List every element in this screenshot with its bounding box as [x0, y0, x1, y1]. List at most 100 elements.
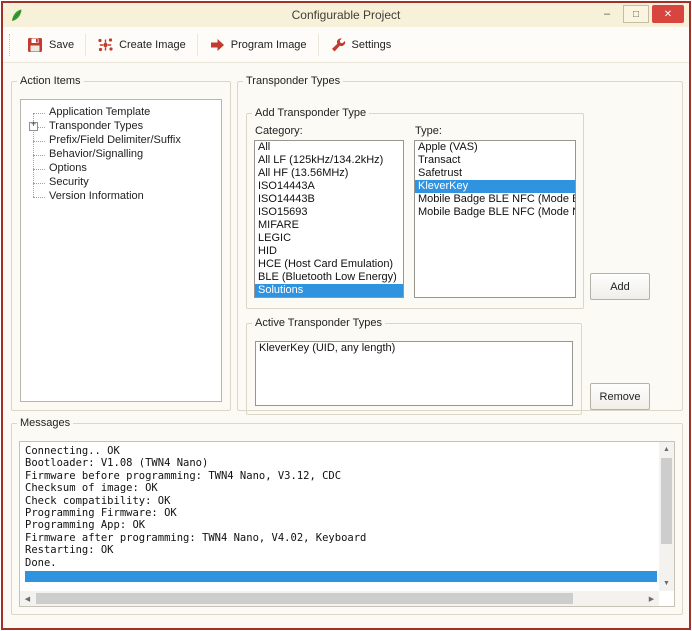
scroll-left-icon[interactable]: ◀ [20, 591, 35, 606]
type-option-label: Transact [418, 154, 460, 166]
tree-item[interactable]: Transponder Types [29, 120, 217, 134]
action-items-title: Action Items [17, 75, 84, 87]
type-listbox[interactable]: Apple (VAS) Transact Safetrust KleverKey… [414, 140, 576, 298]
tree-item-label: Transponder Types [49, 120, 143, 132]
save-icon [27, 37, 44, 53]
remove-button[interactable]: Remove [590, 383, 650, 410]
log-selected-line[interactable] [25, 571, 657, 582]
close-button[interactable]: ✕ [652, 5, 684, 23]
add-transponder-title: Add Transponder Type [252, 107, 369, 119]
log-line[interactable]: Programming Firmware: OK [25, 507, 657, 519]
action-items-panel: Application Template Transponder Types P… [20, 99, 222, 402]
category-option[interactable]: BLE (Bluetooth Low Energy) [255, 271, 403, 284]
save-label: Save [49, 39, 74, 51]
active-transponder-listbox[interactable]: KleverKey (UID, any length) [255, 341, 573, 406]
scroll-right-icon[interactable]: ▶ [644, 591, 659, 606]
category-option[interactable]: Solutions [255, 284, 403, 297]
category-option[interactable]: ISO14443A [255, 180, 403, 193]
log-line[interactable]: Bootloader: V1.08 (TWN4 Nano) [25, 457, 657, 469]
toolbar-separator [318, 34, 319, 56]
tree-item-label: Prefix/Field Delimiter/Suffix [49, 134, 181, 146]
tree-item-label: Application Template [49, 106, 150, 118]
program-image-label: Program Image [231, 39, 307, 51]
active-transponder-item-label: KleverKey (UID, any length) [259, 342, 395, 354]
horizontal-scroll-thumb[interactable] [36, 593, 573, 604]
tree-item[interactable]: Security [29, 176, 217, 190]
tree-item[interactable]: Behavior/Signalling [29, 148, 217, 162]
tree-item-label: Behavior/Signalling [49, 148, 143, 160]
category-column: Category: All All LF (125kHz/134.2kHz) A… [254, 123, 404, 298]
type-option-label: Apple (VAS) [418, 141, 478, 153]
horizontal-scrollbar[interactable]: ◀ ▶ [20, 591, 659, 606]
log-line[interactable]: Connecting.. OK [25, 445, 657, 457]
create-image-label: Create Image [119, 39, 186, 51]
type-option[interactable]: Transact [415, 154, 575, 167]
log-line[interactable]: Restarting: OK [25, 544, 657, 556]
transponder-types-group: Transponder Types Add Transponder Type C… [237, 75, 683, 411]
create-image-button[interactable]: Create Image [88, 32, 195, 58]
action-items-tree: Application Template Transponder Types P… [29, 106, 217, 204]
tree-item[interactable]: Options [29, 162, 217, 176]
type-option[interactable]: Mobile Badge BLE NFC (Mode BLE) [415, 193, 575, 206]
app-window: Configurable Project – □ ✕ Save Create I… [1, 1, 691, 630]
category-option-label: Solutions [258, 284, 303, 296]
category-option[interactable]: All LF (125kHz/134.2kHz) [255, 154, 403, 167]
category-option[interactable]: All [255, 141, 403, 154]
settings-button[interactable]: Settings [321, 32, 401, 58]
title-bar[interactable]: Configurable Project – □ ✕ [3, 3, 689, 27]
category-option-label: All LF (125kHz/134.2kHz) [258, 154, 383, 166]
category-option[interactable]: ISO15693 [255, 206, 403, 219]
active-transponder-item[interactable]: KleverKey (UID, any length) [256, 342, 572, 355]
add-transponder-group: Add Transponder Type Category: All All L… [246, 107, 584, 309]
log-line[interactable]: Check compatibility: OK [25, 495, 657, 507]
log-line[interactable]: Firmware before programming: TWN4 Nano, … [25, 470, 657, 482]
settings-label: Settings [352, 39, 392, 51]
tree-item[interactable]: Version Information [29, 190, 217, 204]
category-option[interactable]: HID [255, 245, 403, 258]
category-option[interactable]: LEGIC [255, 232, 403, 245]
window-title: Configurable Project [3, 8, 689, 22]
vertical-scroll-thumb[interactable] [661, 458, 672, 544]
save-button[interactable]: Save [18, 32, 83, 58]
toolbar-grip [9, 34, 13, 56]
category-label: Category: [255, 125, 404, 137]
active-transponder-title: Active Transponder Types [252, 317, 385, 329]
vertical-scrollbar[interactable]: ▲ ▼ [659, 442, 674, 591]
scroll-up-icon[interactable]: ▲ [659, 442, 674, 457]
window-controls: – □ ✕ [594, 5, 684, 23]
scroll-down-icon[interactable]: ▼ [659, 576, 674, 591]
category-option[interactable]: HCE (Host Card Emulation) [255, 258, 403, 271]
type-option[interactable]: Mobile Badge BLE NFC (Mode NFC) [415, 206, 575, 219]
type-option[interactable]: KleverKey [415, 180, 575, 193]
type-option[interactable]: Apple (VAS) [415, 141, 575, 154]
category-option[interactable]: MIFARE [255, 219, 403, 232]
expand-icon[interactable] [29, 122, 38, 131]
log-line-list: Connecting.. OK Bootloader: V1.08 (TWN4 … [25, 445, 657, 569]
program-image-icon [209, 37, 226, 53]
category-option[interactable]: ISO14443B [255, 193, 403, 206]
tree-item[interactable]: Prefix/Field Delimiter/Suffix [29, 134, 217, 148]
type-option[interactable]: Safetrust [415, 167, 575, 180]
category-option-label: HID [258, 245, 277, 257]
minimize-button[interactable]: – [594, 5, 620, 23]
maximize-button[interactable]: □ [623, 5, 649, 23]
type-option-label: Mobile Badge BLE NFC (Mode NFC) [418, 206, 576, 218]
program-image-button[interactable]: Program Image [200, 32, 316, 58]
type-label: Type: [415, 125, 576, 137]
category-option[interactable]: All HF (13.56MHz) [255, 167, 403, 180]
category-listbox[interactable]: All All LF (125kHz/134.2kHz) All HF (13.… [254, 140, 404, 298]
log-line[interactable]: Firmware after programming: TWN4 Nano, V… [25, 532, 657, 544]
category-option-label: ISO14443B [258, 193, 315, 205]
toolbar-separator [85, 34, 86, 56]
category-option-label: MIFARE [258, 219, 299, 231]
type-option-label: KleverKey [418, 180, 468, 192]
log-line[interactable]: Checksum of image: OK [25, 482, 657, 494]
create-image-icon [97, 37, 114, 53]
active-transponder-group: Active Transponder Types KleverKey (UID,… [246, 317, 582, 415]
log-line[interactable]: Done. [25, 557, 657, 569]
add-button[interactable]: Add [590, 273, 650, 300]
tree-item[interactable]: Application Template [29, 106, 217, 120]
log-line[interactable]: Programming App: OK [25, 519, 657, 531]
toolbar: Save Create Image Program Image Settings [3, 27, 689, 63]
category-option-label: LEGIC [258, 232, 291, 244]
